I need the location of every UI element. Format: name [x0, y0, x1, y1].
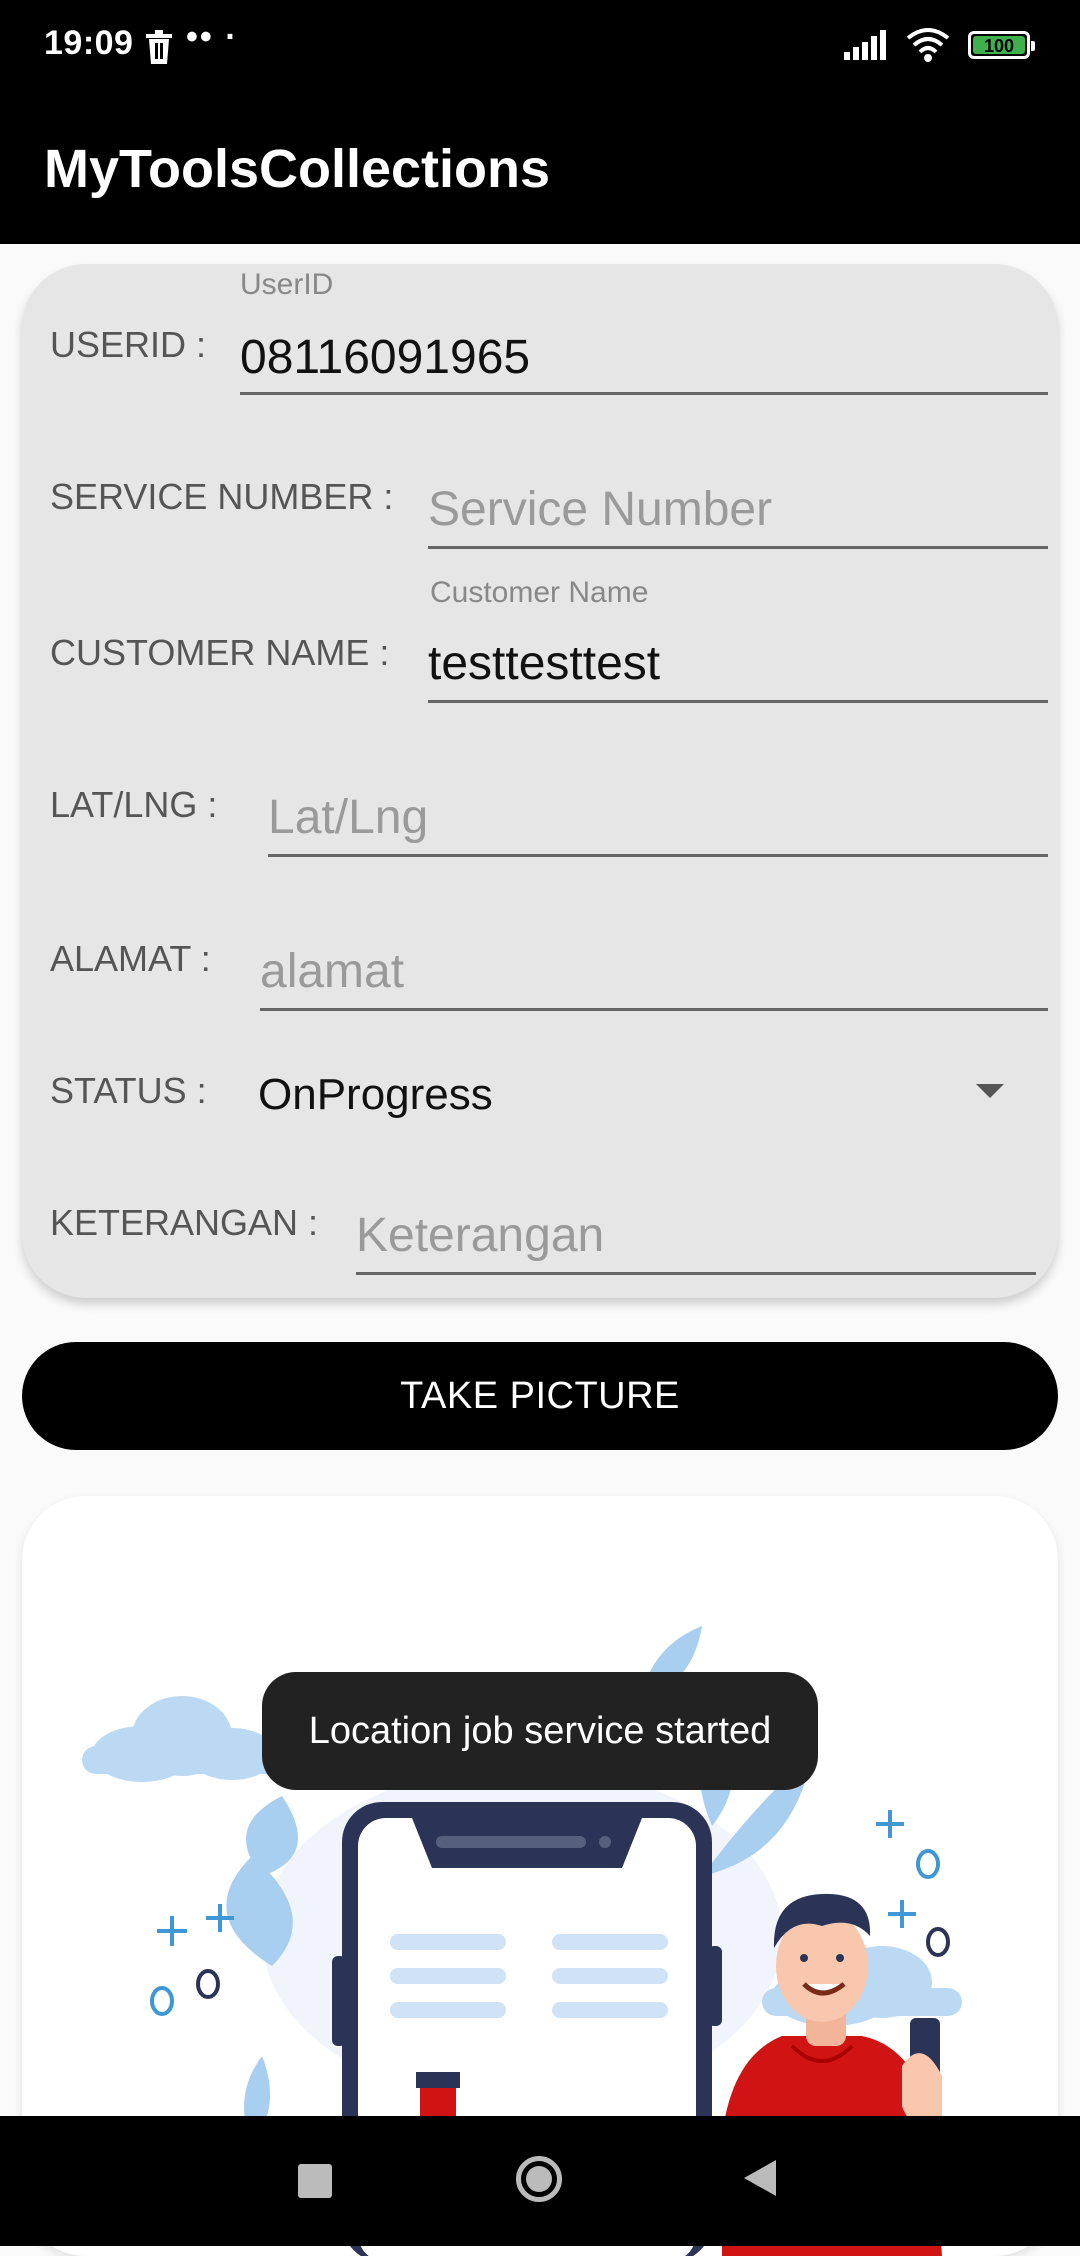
status-bar: 19:09 •• · 100 — [0, 0, 1080, 96]
wifi-icon — [906, 28, 950, 62]
status-time: 19:09 — [44, 24, 134, 62]
userid-underline — [240, 392, 1048, 395]
notification-dots: •• · — [186, 18, 239, 56]
alamat-underline — [260, 1008, 1048, 1011]
alamat-input[interactable]: alamat — [260, 944, 404, 999]
home-icon[interactable] — [516, 2156, 562, 2202]
customer-name-input[interactable]: testtesttest — [428, 636, 660, 691]
lat-lng-input[interactable]: Lat/Lng — [268, 790, 428, 845]
keterangan-underline — [356, 1272, 1036, 1275]
battery-level: 100 — [973, 36, 1025, 56]
navigation-bar — [0, 2116, 1080, 2246]
alamat-label: ALAMAT : — [50, 938, 211, 979]
trash-icon — [146, 30, 172, 64]
recents-icon[interactable] — [298, 2164, 332, 2198]
service-number-input[interactable]: Service Number — [428, 482, 772, 537]
status-label: STATUS : — [50, 1070, 207, 1111]
keterangan-input[interactable]: Keterangan — [356, 1208, 604, 1263]
status-dropdown[interactable]: OnProgress — [258, 1070, 493, 1120]
lat-lng-label: LAT/LNG : — [50, 784, 218, 825]
lat-lng-underline — [268, 854, 1048, 857]
userid-label: USERID : — [50, 324, 207, 365]
service-number-label: SERVICE NUMBER : — [50, 476, 394, 517]
customer-name-underline — [428, 700, 1048, 703]
form-card: USERID : UserID 08116091965 SERVICE NUMB… — [22, 264, 1058, 1298]
service-number-underline — [428, 546, 1048, 549]
app-bar: MyToolsCollections — [0, 96, 1080, 244]
battery-icon: 100 — [968, 31, 1035, 59]
userid-input[interactable]: 08116091965 — [240, 330, 530, 385]
signal-icon — [844, 30, 886, 60]
userid-float-label: UserID — [240, 268, 334, 301]
take-picture-button[interactable]: TAKE PICTURE — [22, 1342, 1058, 1450]
customer-name-float-label: Customer Name — [430, 576, 649, 609]
toast-message: Location job service started — [262, 1672, 818, 1790]
keterangan-label: KETERANGAN : — [50, 1202, 319, 1243]
back-icon[interactable] — [744, 2160, 776, 2196]
dropdown-arrow-icon[interactable] — [976, 1084, 1004, 1098]
customer-name-label: CUSTOMER NAME : — [50, 632, 390, 673]
app-title: MyToolsCollections — [44, 139, 551, 199]
